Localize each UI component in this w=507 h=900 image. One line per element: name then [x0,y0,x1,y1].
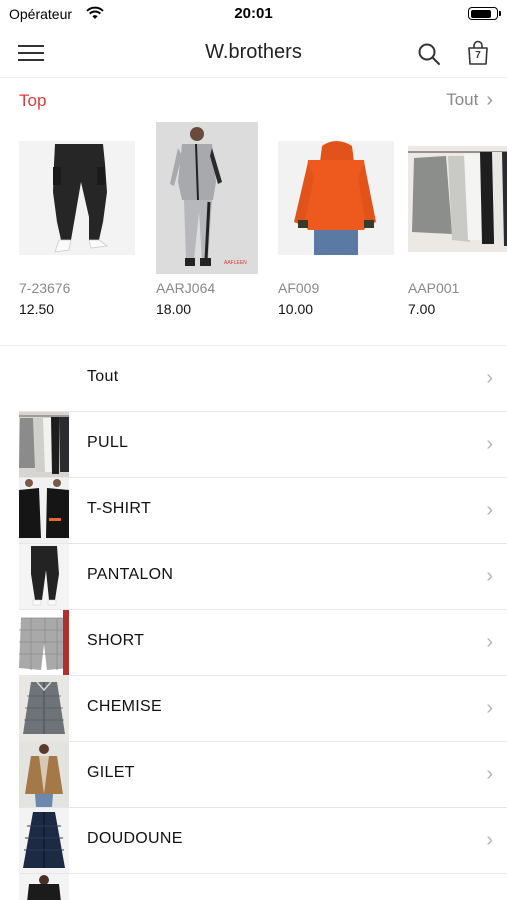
product-image: AAFLEEN [156,122,258,274]
category-row-tshirt[interactable]: T-SHIRT › [0,478,507,544]
cart-count-badge: 7 [475,50,481,61]
category-thumbnail [19,610,69,675]
category-row-doudoune[interactable]: DOUDOUNE › [0,808,507,874]
product-price: 7.00 [408,301,436,317]
top-products-carousel[interactable]: 7-23676 12.50 AAFLEEN AARJ064 18.00 AF00… [0,122,507,322]
category-row-partial[interactable] [0,874,507,900]
chevron-right-icon: › [486,499,493,521]
product-price: 18.00 [156,301,192,317]
category-thumbnail [19,478,69,543]
clock: 20:01 [234,5,273,22]
product-code: AF009 [278,280,320,296]
category-thumbnail [19,808,69,873]
category-row-pull[interactable]: PULL › [0,412,507,478]
chevron-right-icon: › [486,829,493,851]
category-label: SHORT [87,632,145,649]
category-thumbnail [19,742,69,807]
battery-icon [468,7,498,20]
category-row-short[interactable]: SHORT › [0,610,507,676]
category-thumbnail [19,676,69,741]
category-label: PULL [87,434,129,451]
chevron-right-icon: › [486,88,493,111]
chevron-right-icon: › [486,763,493,785]
chevron-right-icon: › [486,631,493,653]
search-icon[interactable] [417,42,441,66]
product-card[interactable]: 7-23676 12.50 [19,122,135,317]
category-row-all[interactable]: Tout › [0,346,507,412]
status-bar: Opérateur 20:01 [0,0,507,28]
product-card[interactable]: AF009 10.00 [278,122,394,317]
top-section-title: Top [19,91,47,110]
hamburger-menu-icon[interactable] [18,44,44,62]
category-thumbnail [19,874,69,900]
category-row-chemise[interactable]: CHEMISE › [0,676,507,742]
product-image [19,122,135,274]
product-code: 7-23676 [19,280,71,296]
shopping-bag-icon[interactable]: 7 [466,40,490,66]
category-label: GILET [87,764,135,781]
chevron-right-icon: › [486,565,493,587]
battery-tip [499,11,501,16]
chevron-right-icon: › [486,697,493,719]
category-row-pantalon[interactable]: PANTALON › [0,544,507,610]
product-code: AARJ064 [156,280,216,296]
see-all-label: Tout [446,90,479,109]
category-label: PANTALON [87,566,174,583]
navigation-bar: W.brothers 7 [0,28,507,78]
product-price: 10.00 [278,301,314,317]
category-row-gilet[interactable]: GILET › [0,742,507,808]
product-image [278,122,394,274]
product-price: 12.50 [19,301,55,317]
top-section-header: Top Tout › [0,78,507,122]
category-label: Tout [87,368,119,385]
top-see-all-link[interactable]: Tout › [446,90,493,110]
category-label: T-SHIRT [87,500,152,517]
category-label: CHEMISE [87,698,162,715]
product-tag: AAFLEEN [224,260,247,266]
product-card[interactable]: AAP001 7.00 [408,122,507,317]
product-image [408,122,507,274]
chevron-right-icon: › [486,367,493,389]
chevron-right-icon: › [486,433,493,455]
category-thumbnail [19,544,69,609]
product-code: AAP001 [408,280,460,296]
product-card[interactable]: AAFLEEN AARJ064 18.00 [156,122,258,317]
category-thumbnail [19,412,69,477]
category-label: DOUDOUNE [87,830,183,847]
